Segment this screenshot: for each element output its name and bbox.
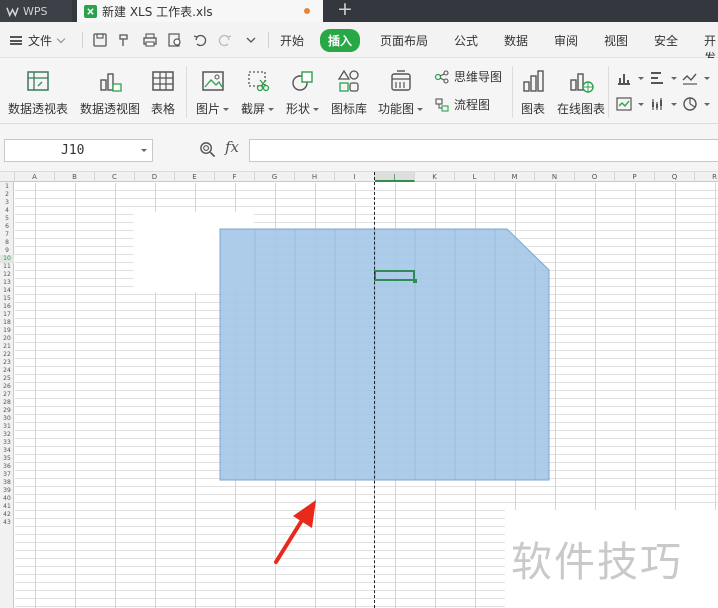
document-tab-label: 新建 XLS 工作表.xls bbox=[102, 4, 213, 19]
redo-icon[interactable] bbox=[217, 32, 233, 48]
insert-ribbon: 数据透视表 数据透视图 表格 图片 截屏 形状 图标库 功能图 思维导图 流程图… bbox=[0, 58, 718, 124]
shapes-button[interactable]: 形状 bbox=[286, 68, 320, 117]
icon-library-icon bbox=[337, 69, 359, 92]
customize-toolbar-icon[interactable] bbox=[243, 32, 259, 48]
ribbon-divider bbox=[186, 66, 187, 118]
mindmap-button[interactable]: 思维导图 bbox=[434, 68, 502, 85]
online-chart-button[interactable]: 在线图表 bbox=[557, 68, 605, 117]
stock-chart-icon[interactable] bbox=[649, 96, 665, 112]
menu-divider bbox=[268, 32, 269, 48]
dropdown-caret-icon[interactable] bbox=[671, 77, 677, 80]
dropdown-caret-icon[interactable] bbox=[704, 103, 710, 106]
print-preview-icon[interactable] bbox=[167, 32, 183, 48]
flowchart-icon bbox=[435, 97, 449, 112]
pivot-chart-label: 数据透视图 bbox=[80, 102, 141, 116]
document-tab[interactable]: 新建 XLS 工作表.xls bbox=[77, 0, 323, 22]
function-chart-button[interactable]: 功能图 bbox=[378, 68, 424, 117]
pivot-table-icon bbox=[27, 71, 49, 91]
function-chart-label: 功能图 bbox=[378, 100, 424, 117]
dropdown-caret-icon[interactable] bbox=[638, 103, 644, 106]
screenshot-button[interactable]: 截屏 bbox=[241, 68, 275, 117]
watermark: 软件技巧 bbox=[505, 510, 718, 608]
flowchart-button[interactable]: 流程图 bbox=[434, 96, 490, 113]
area-chart-icon[interactable] bbox=[616, 96, 632, 112]
zoom-search-icon[interactable] bbox=[199, 141, 216, 158]
table-label: 表格 bbox=[150, 102, 175, 116]
screenshot-label: 截屏 bbox=[241, 100, 275, 117]
column-chart-icon[interactable] bbox=[616, 70, 632, 86]
ribbon-divider bbox=[512, 66, 513, 118]
table-icon bbox=[152, 71, 174, 91]
line-chart-icon[interactable] bbox=[682, 70, 698, 86]
wps-tab-label: WPS bbox=[23, 4, 48, 18]
tab-security[interactable]: 安全 bbox=[654, 32, 678, 49]
name-box-value: J10 bbox=[61, 143, 85, 158]
online-chart-label: 在线图表 bbox=[557, 102, 606, 116]
chart-button[interactable]: 图表 bbox=[520, 68, 546, 117]
insert-function-button[interactable]: fx bbox=[225, 138, 239, 156]
dropdown-caret-icon bbox=[417, 108, 424, 111]
screenshot-icon bbox=[247, 71, 269, 92]
flowchart-label: 流程图 bbox=[454, 98, 491, 112]
tab-page-layout[interactable]: 页面布局 bbox=[380, 32, 428, 49]
file-menu-button[interactable]: 文件 bbox=[10, 32, 66, 49]
shapes-label: 形状 bbox=[286, 100, 320, 117]
title-tab-bar: WPS 新建 XLS 工作表.xls + bbox=[0, 0, 718, 22]
tab-formulas[interactable]: 公式 bbox=[454, 32, 478, 49]
mindmap-icon bbox=[434, 69, 449, 84]
hamburger-icon bbox=[10, 36, 22, 45]
print-icon[interactable] bbox=[142, 32, 158, 48]
formula-input[interactable] bbox=[249, 139, 718, 162]
menu-bar: 文件 开始 插入 页面布局 公式 数据 审阅 视图 安全 开发 bbox=[0, 22, 718, 65]
dropdown-caret-icon[interactable] bbox=[141, 149, 147, 152]
tab-data[interactable]: 数据 bbox=[504, 32, 528, 49]
save-icon[interactable] bbox=[92, 32, 108, 48]
chevron-down-icon bbox=[56, 34, 66, 43]
undo-icon[interactable] bbox=[192, 32, 208, 48]
name-box[interactable]: J10 bbox=[4, 139, 153, 162]
dropdown-caret-icon bbox=[313, 108, 320, 111]
tab-start[interactable]: 开始 bbox=[280, 32, 304, 49]
picture-icon bbox=[201, 71, 224, 91]
icon-library-label: 图标库 bbox=[331, 102, 368, 116]
tab-insert[interactable]: 插入 bbox=[320, 29, 361, 52]
bar-chart-icon[interactable] bbox=[649, 70, 665, 86]
shapes-icon bbox=[291, 71, 313, 91]
tab-review[interactable]: 审阅 bbox=[554, 32, 578, 49]
dropdown-caret-icon[interactable] bbox=[704, 77, 710, 80]
ribbon-divider bbox=[608, 66, 609, 118]
chart-icon bbox=[523, 70, 544, 92]
picture-button[interactable]: 图片 bbox=[196, 68, 230, 117]
table-button[interactable]: 表格 bbox=[150, 68, 176, 117]
pivot-table-button[interactable]: 数据透视表 bbox=[8, 68, 68, 117]
dropdown-caret-icon bbox=[223, 108, 230, 111]
spreadsheet-file-icon bbox=[84, 4, 97, 18]
watermark-text: 软件技巧 bbox=[511, 538, 683, 586]
wps-home-tab[interactable]: WPS bbox=[0, 0, 72, 22]
online-chart-icon bbox=[570, 73, 594, 93]
tab-view[interactable]: 视图 bbox=[604, 32, 628, 49]
file-menu-label: 文件 bbox=[28, 34, 53, 48]
chart-label: 图表 bbox=[520, 102, 545, 116]
wps-logo-icon bbox=[6, 7, 19, 17]
icon-library-button[interactable]: 图标库 bbox=[331, 68, 367, 117]
dropdown-caret-icon[interactable] bbox=[638, 77, 644, 80]
format-painter-icon[interactable] bbox=[116, 32, 132, 48]
pie-chart-icon[interactable] bbox=[682, 96, 698, 112]
pivot-chart-icon bbox=[100, 73, 122, 92]
new-tab-button[interactable]: + bbox=[337, 0, 353, 20]
menu-divider bbox=[82, 32, 83, 48]
dropdown-caret-icon[interactable] bbox=[671, 103, 677, 106]
pivot-chart-button[interactable]: 数据透视图 bbox=[80, 68, 140, 117]
pivot-table-label: 数据透视表 bbox=[8, 102, 69, 116]
picture-label: 图片 bbox=[196, 100, 230, 117]
formula-bar: J10 fx bbox=[0, 124, 718, 172]
function-chart-icon bbox=[390, 70, 411, 91]
dropdown-caret-icon bbox=[268, 108, 275, 111]
mindmap-label: 思维导图 bbox=[454, 70, 503, 84]
unsaved-indicator-dot bbox=[304, 8, 310, 14]
